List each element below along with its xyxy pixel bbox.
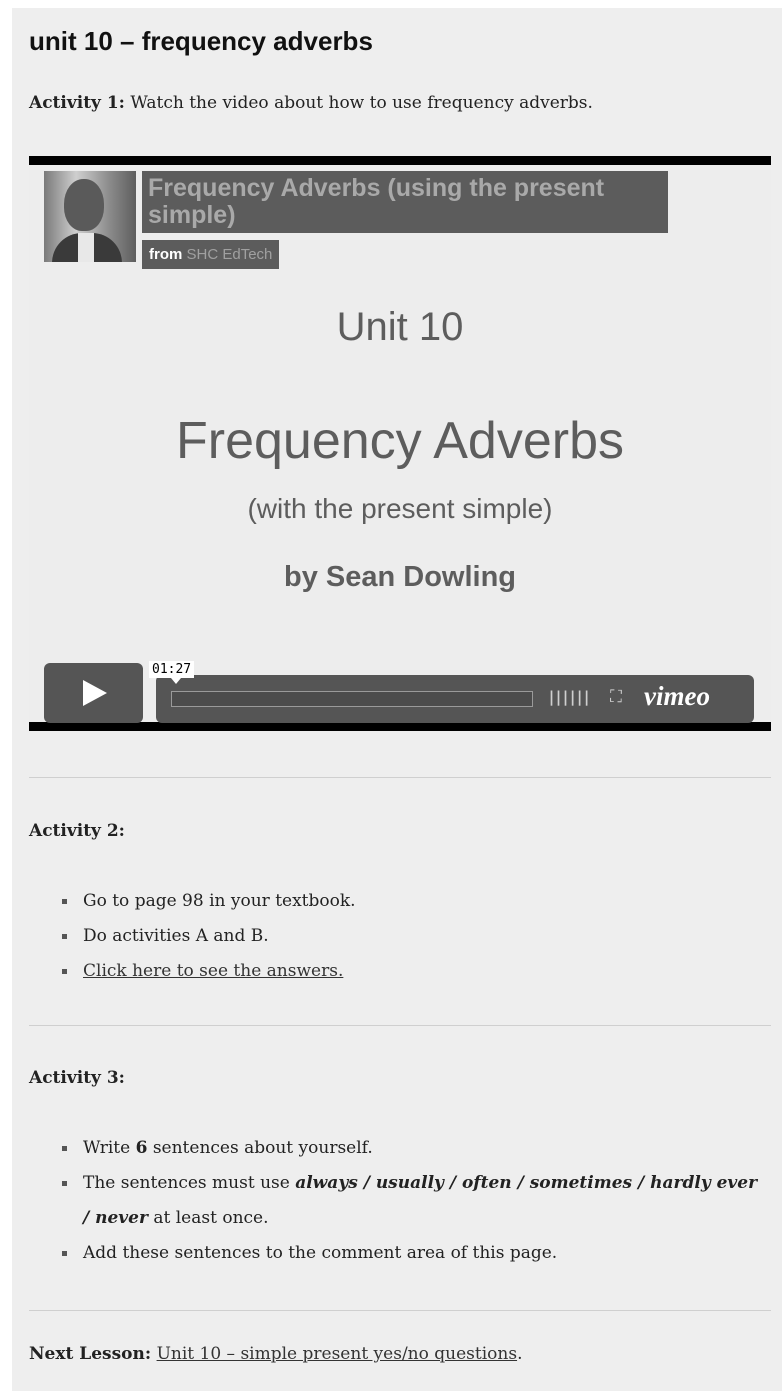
list-item: Click here to see the answers. <box>29 954 764 989</box>
page: unit 10 – frequency adverbs Activity 1: … <box>12 8 782 1391</box>
activity-1-text: Watch the video about how to use frequen… <box>130 93 593 113</box>
list-item: Write 6 sentences about yourself. <box>29 1131 764 1166</box>
slide-title: Frequency Adverbs <box>175 412 625 470</box>
activity-2-heading: Activity 2: <box>29 821 125 841</box>
play-icon <box>83 680 107 706</box>
activity-3-list: Write 6 sentences about yourself. The se… <box>29 1131 764 1271</box>
video-title[interactable]: Frequency Adverbs (using the present sim… <box>142 171 668 233</box>
divider <box>29 777 771 778</box>
list-item: Do activities A and B. <box>29 919 764 954</box>
list-item: Add these sentences to the comment area … <box>29 1236 764 1271</box>
item-text: at least once. <box>147 1208 269 1228</box>
list-item: The sentences must use always / usually … <box>29 1166 764 1236</box>
vimeo-logo[interactable]: vimeo <box>644 681 710 712</box>
next-lesson-suffix: . <box>517 1344 523 1364</box>
slide-subtitle: (with the present simple) <box>247 493 553 524</box>
slide-author: by Sean Dowling <box>283 561 517 593</box>
play-button[interactable] <box>44 663 143 723</box>
from-label: from <box>149 246 183 263</box>
video-byline: from SHC EdTech <box>142 240 280 269</box>
fullscreen-icon[interactable]: ⛶ <box>610 687 622 707</box>
answers-link[interactable]: Click here to see the answers. <box>83 961 343 981</box>
channel-link[interactable]: SHC EdTech <box>187 246 273 263</box>
next-lesson-label: Next Lesson: <box>29 1344 152 1364</box>
control-bar: |||||| ⛶ vimeo <box>156 675 754 723</box>
time-tooltip: 01:27 <box>149 661 195 684</box>
activity-2-list: Go to page 98 in your textbook. Do activ… <box>29 884 764 989</box>
author-avatar[interactable] <box>44 171 136 262</box>
page-title: unit 10 – frequency adverbs <box>29 26 373 56</box>
activity-3-heading: Activity 3: <box>29 1068 125 1088</box>
next-lesson: Next Lesson: Unit 10 – simple present ye… <box>29 1344 522 1364</box>
item-text: The sentences must use <box>83 1173 296 1193</box>
divider <box>29 1310 771 1311</box>
activity-1-paragraph: Activity 1: Watch the video about how to… <box>29 93 593 113</box>
item-text: Write <box>83 1138 136 1158</box>
item-text: sentences about yourself. <box>147 1138 373 1158</box>
divider <box>29 1025 771 1026</box>
activity-1-label: Activity 1: <box>29 93 125 113</box>
sentence-count: 6 <box>135 1138 148 1158</box>
progress-bar[interactable] <box>171 691 533 707</box>
slide-unit: Unit 10 <box>336 305 464 349</box>
next-lesson-link[interactable]: Unit 10 – simple present yes/no question… <box>157 1344 518 1364</box>
list-item: Go to page 98 in your textbook. <box>29 884 764 919</box>
video-player[interactable]: Frequency Adverbs (using the present sim… <box>29 156 771 731</box>
volume-icon[interactable]: |||||| <box>547 688 591 706</box>
